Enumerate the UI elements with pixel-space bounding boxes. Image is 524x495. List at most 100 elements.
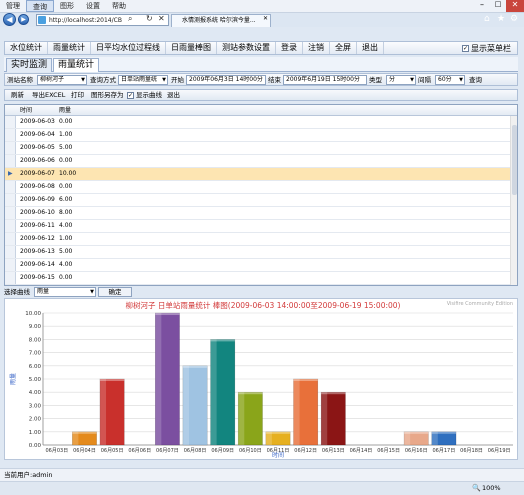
method-select[interactable]: 日单站雨量统 ▼ (118, 75, 168, 85)
table-row[interactable]: 2009-06-09 6.00 (5, 194, 510, 207)
cell-time: 2009-06-07 (20, 170, 55, 177)
table-row[interactable]: 2009-06-03 0.00 (5, 116, 510, 129)
bar-top (404, 431, 429, 434)
station-select[interactable]: 柳树河子 ▼ (37, 75, 87, 85)
back-icon[interactable]: ◀ (3, 13, 16, 26)
cell-rainfall: 0.00 (59, 274, 73, 281)
x-tick-label: 06月06日 (128, 448, 151, 454)
exit-button[interactable]: 退出 (357, 42, 384, 54)
table-row[interactable]: 2009-06-06 0.00 (5, 155, 510, 168)
print-button[interactable]: 打印 (71, 90, 84, 101)
zoom-icon[interactable]: 🔍 (472, 484, 481, 492)
table-row[interactable]: 2009-06-08 0.00 (5, 181, 510, 194)
menu-settings[interactable]: 设置 (80, 0, 106, 12)
menu-help[interactable]: 帮助 (106, 0, 132, 12)
export-excel-button[interactable]: 导出EXCEL (32, 90, 65, 101)
stop-icon[interactable]: ✕ (158, 14, 165, 23)
y-tick-label: 7.00 (29, 351, 42, 357)
tab-rainfall[interactable]: 雨量统计 (53, 58, 100, 72)
logout-button[interactable]: 注销 (303, 42, 330, 54)
vertical-scrollbar[interactable] (510, 116, 517, 285)
menu-graph[interactable]: 图形 (54, 0, 80, 12)
tab-close-icon[interactable]: ✕ (263, 15, 268, 22)
search-icon[interactable]: ⌕ (128, 14, 132, 24)
cell-time: 2009-06-06 (20, 157, 55, 164)
daily-avg-water-level-button[interactable]: 日平均水位过程线 (91, 42, 166, 54)
x-tick-label: 06月12日 (294, 448, 317, 454)
y-tick-label: 0.00 (29, 443, 42, 449)
exit-grid-button[interactable]: 退出 (167, 90, 180, 101)
checkbox-icon: ✓ (127, 91, 134, 99)
favorites-icon[interactable]: ★ (497, 14, 505, 24)
show-curve-toggle[interactable]: ✓ 显示曲线 (127, 90, 162, 101)
station-params-button[interactable]: 测站参数设置 (217, 42, 276, 54)
show-menu-toggle[interactable]: ✓ 显示菜单栏 (462, 43, 511, 54)
query-button[interactable]: 查询 (469, 75, 482, 86)
start-time-input[interactable]: 2009年06月3日 14时00分 (186, 75, 266, 85)
x-tick-label: 06月15日 (377, 448, 400, 454)
daily-rain-bar-button[interactable]: 日雨量棒图 (166, 42, 217, 54)
chevron-down-icon: ▼ (410, 77, 414, 83)
station-label: 测站名称 (7, 76, 33, 84)
menu-manage[interactable]: 管理 (0, 0, 26, 12)
bar-top (210, 339, 235, 342)
bar-top (265, 431, 291, 434)
page-icon (38, 16, 46, 24)
y-axis-label: 雨量 (10, 373, 17, 385)
browser-status-bar: 🔍 100% (0, 481, 524, 495)
refresh-icon[interactable]: ↻ (146, 14, 153, 23)
table-row[interactable]: 2009-06-15 0.00 (5, 272, 510, 285)
bar-top (431, 431, 457, 434)
table-row[interactable]: ▶ 2009-06-07 10.00 (5, 168, 510, 181)
browser-tab[interactable]: 水情测报系统 哈尔滨今量... (171, 14, 271, 27)
table-row[interactable]: 2009-06-14 4.00 (5, 259, 510, 272)
x-tick-label: 06月04日 (73, 448, 96, 454)
table-row[interactable]: 2009-06-12 1.00 (5, 233, 510, 246)
zoom-level[interactable]: 100% (482, 484, 501, 492)
end-time-input[interactable]: 2009年6月19日 15时00分 (283, 75, 367, 85)
scroll-thumb[interactable] (512, 125, 517, 195)
fullscreen-button[interactable]: 全屏 (330, 42, 357, 54)
confirm-button[interactable]: 确定 (98, 287, 132, 297)
table-row[interactable]: 2009-06-10 8.00 (5, 207, 510, 220)
bar-top (182, 365, 208, 368)
refresh-button[interactable]: 刷新 (11, 90, 24, 101)
start-label: 开始 (171, 76, 184, 84)
save-image-button[interactable]: 图形另存为 (91, 90, 124, 101)
water-level-stats-button[interactable]: 水位统计 (5, 42, 48, 54)
login-button[interactable]: 登录 (276, 42, 303, 54)
table-row[interactable]: 2009-06-05 5.00 (5, 142, 510, 155)
chart-watermark: Visifire Community Edition (447, 301, 513, 307)
table-row[interactable]: 2009-06-11 4.00 (5, 220, 510, 233)
bar-top (238, 392, 263, 395)
table-row[interactable]: 2009-06-13 5.00 (5, 246, 510, 259)
cell-time: 2009-06-14 (20, 261, 55, 268)
data-grid: 时间 雨量 2009-06-03 0.00 2009-06-04 1.00 2009-0… (4, 104, 518, 286)
curve-select[interactable]: 雨量 ▼ (34, 287, 96, 297)
bar-highlight (293, 379, 300, 445)
close-window-icon[interactable]: ✕ (506, 0, 524, 12)
method-label: 查询方式 (90, 76, 116, 84)
menu-query[interactable]: 查询 (26, 0, 54, 12)
x-tick-label: 06月13日 (322, 448, 345, 454)
y-tick-label: 9.00 (29, 324, 42, 330)
tools-gear-icon[interactable]: ⚙ (510, 14, 518, 24)
maximize-icon[interactable]: □ (490, 0, 506, 12)
rainfall-stats-button[interactable]: 雨量统计 (48, 42, 91, 54)
bar-top (99, 379, 125, 381)
cell-time: 2009-06-13 (20, 248, 55, 255)
tab-realtime[interactable]: 实时监测 (6, 58, 53, 72)
cell-time: 2009-06-12 (20, 235, 55, 242)
home-icon[interactable]: ⌂ (484, 14, 490, 24)
forward-icon[interactable]: ▶ (18, 14, 29, 25)
x-tick-label: 06月09日 (211, 448, 234, 454)
interval-select[interactable]: 60分 ▼ (435, 75, 465, 85)
y-tick-label: 8.00 (29, 337, 42, 343)
cell-time: 2009-06-08 (20, 183, 55, 190)
minimize-icon[interactable]: – (474, 0, 490, 12)
cell-rainfall: 5.00 (59, 144, 73, 151)
table-row[interactable]: 2009-06-04 1.00 (5, 129, 510, 142)
type-select[interactable]: 分 ▼ (386, 75, 416, 85)
current-row-arrow-icon: ▶ (8, 170, 13, 177)
type-label: 类型 (369, 76, 382, 84)
